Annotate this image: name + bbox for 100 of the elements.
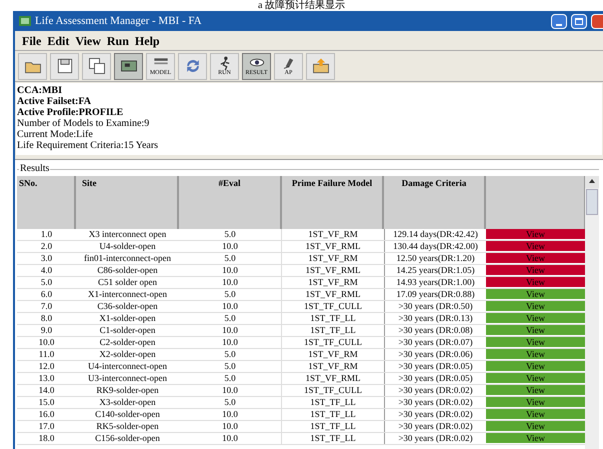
view-button[interactable]: View: [486, 421, 585, 432]
column-header[interactable]: Site: [76, 176, 179, 229]
menu-item[interactable]: File: [21, 32, 42, 50]
table-cell-text: C2-solder-open: [98, 337, 156, 348]
app-icon: [19, 16, 31, 26]
table-cell-text: 1ST_TF_LL: [309, 421, 357, 432]
info-line: Life Requirement Criteria:15 Years: [17, 140, 160, 151]
scroll-thumb[interactable]: [586, 189, 598, 215]
scrollbar[interactable]: [585, 176, 599, 449]
table-cell-text: X1-solder-open: [98, 313, 157, 324]
table-cell: 10.0: [179, 409, 282, 420]
toolbar-button[interactable]: [18, 52, 47, 80]
table-cell-text: C156-solder-open: [94, 433, 161, 444]
menu-item[interactable]: View: [74, 32, 102, 50]
table-cell-text: C51 solder open: [97, 277, 158, 288]
view-button[interactable]: View: [486, 301, 585, 312]
info-line: Active Profile:PROFILE: [17, 107, 124, 118]
table-cell: 10.0: [179, 325, 282, 336]
table-cell-text: X2-solder-open: [98, 349, 157, 360]
table-cell-text: 18.0: [38, 433, 56, 444]
table-cell-text: X3-solder-open: [98, 397, 157, 408]
menu-item[interactable]: Help: [134, 32, 161, 50]
table-cell-text: 1ST_VF_RM: [307, 361, 359, 372]
table-cell-text: 15.0: [38, 397, 56, 408]
table-cell: 5.0: [179, 397, 282, 408]
table-cell-text: 1ST_VF_RM: [307, 229, 359, 240]
folder-upload-icon: [310, 56, 330, 76]
table-cell-text: 16.0: [38, 409, 56, 420]
menu-item[interactable]: Run: [106, 32, 130, 50]
window-title: Life Assessment Manager - MBI - FA: [35, 14, 203, 29]
table-cell-text: RK9-solder-open: [95, 385, 160, 396]
minimize-button[interactable]: [551, 14, 567, 28]
view-button[interactable]: View: [486, 337, 585, 348]
table-cell-text: fin01-interconnect-open: [83, 253, 172, 264]
toolbar-button[interactable]: [306, 52, 335, 80]
table-cell-text: X3 interconnect open: [88, 229, 168, 240]
table-cell-text: C86-solder-open: [96, 265, 159, 276]
table-cell-text: 1ST_TF_CULL: [302, 337, 363, 348]
table-cell-text: 7.0: [40, 301, 54, 312]
column-header[interactable]: SNo.: [17, 176, 76, 229]
table-cell: 5.0: [179, 373, 282, 384]
column-header[interactable]: Prime Failure Model: [282, 176, 384, 229]
table-cell-text: C1-solder-open: [98, 325, 156, 336]
table-cell-text: 1ST_TF_LL: [309, 409, 357, 420]
table-cell-text: 9.0: [40, 325, 54, 336]
view-button[interactable]: View: [486, 397, 585, 408]
view-button[interactable]: View: [486, 385, 585, 396]
table-cell-text: 5.0: [40, 277, 54, 288]
table-cell-text: 4.0: [40, 265, 54, 276]
table-cell: 10.0: [179, 385, 282, 396]
view-button[interactable]: View: [486, 349, 585, 360]
table-cell-text: 1ST_TF_LL: [309, 313, 357, 324]
table-cell-text: 1ST_VF_RML: [304, 373, 362, 384]
toolbar-button[interactable]: [82, 52, 111, 80]
table-cell: 10.0: [179, 421, 282, 432]
table-cell-text: 6.0: [40, 289, 54, 300]
view-button[interactable]: View: [486, 433, 585, 444]
table-cell-text: 13.0: [38, 373, 56, 384]
table-cell: 10.0: [179, 277, 282, 288]
toolbar-button[interactable]: [114, 52, 143, 80]
table-cell-text: U4-solder-open: [98, 241, 157, 252]
table-cell-text: X1-interconnect-open: [87, 289, 168, 300]
table-cell: 5.0: [179, 229, 282, 240]
maximize-button[interactable]: [571, 14, 587, 28]
view-button[interactable]: View: [486, 313, 585, 324]
toolbar-button[interactable]: [50, 52, 79, 80]
view-button[interactable]: View: [486, 409, 585, 420]
table-cell: 5.0: [179, 361, 282, 372]
table-cell-text: 12.0: [38, 361, 56, 372]
table-cell-text: 1ST_TF_LL: [309, 325, 357, 336]
table-cell-text: U4-interconnect-open: [87, 361, 168, 372]
column-header[interactable]: Damage Criteria: [384, 176, 486, 229]
table-cell-text: C36-solder-open: [96, 301, 159, 312]
table-cell-text: 1ST_VF_RML: [304, 289, 362, 300]
info-line: Number of Models to Examine:9: [17, 118, 150, 129]
view-button[interactable]: View: [486, 325, 585, 336]
table-cell-text: U3-interconnect-open: [87, 373, 168, 384]
table-cell: 5.0: [179, 349, 282, 360]
table-cell-text: 1ST_TF_LL: [309, 433, 357, 444]
column-header[interactable]: #Eval: [179, 176, 282, 229]
table-cell: 5.0: [179, 253, 282, 264]
table-cell: 10.0: [179, 433, 282, 444]
table-cell-text: 1ST_TF_CULL: [302, 301, 363, 312]
table-cell-text: 11.0: [38, 349, 56, 360]
info-line: CCA:MBI: [17, 85, 63, 96]
table-cell-text: RK5-solder-open: [95, 421, 160, 432]
table-cell-text: 17.0: [38, 421, 56, 432]
menu-item[interactable]: Edit: [46, 32, 70, 50]
view-button[interactable]: View: [486, 289, 585, 300]
table-cell: 5.0: [179, 313, 282, 324]
table-cell-text: 1ST_VF_RM: [307, 349, 359, 360]
table-cell-text: 1ST_VF_RML: [304, 265, 362, 276]
table-cell: 5.0: [179, 289, 282, 300]
table-cell-text: 1ST_TF_LL: [309, 397, 357, 408]
close-button[interactable]: [591, 14, 603, 28]
table-cell-text: 3.0: [40, 253, 54, 264]
view-button[interactable]: View: [486, 373, 585, 384]
view-button[interactable]: View: [486, 361, 585, 372]
table-cell-text: 14.0: [38, 385, 56, 396]
table-cell-text: 1ST_TF_CULL: [302, 385, 363, 396]
